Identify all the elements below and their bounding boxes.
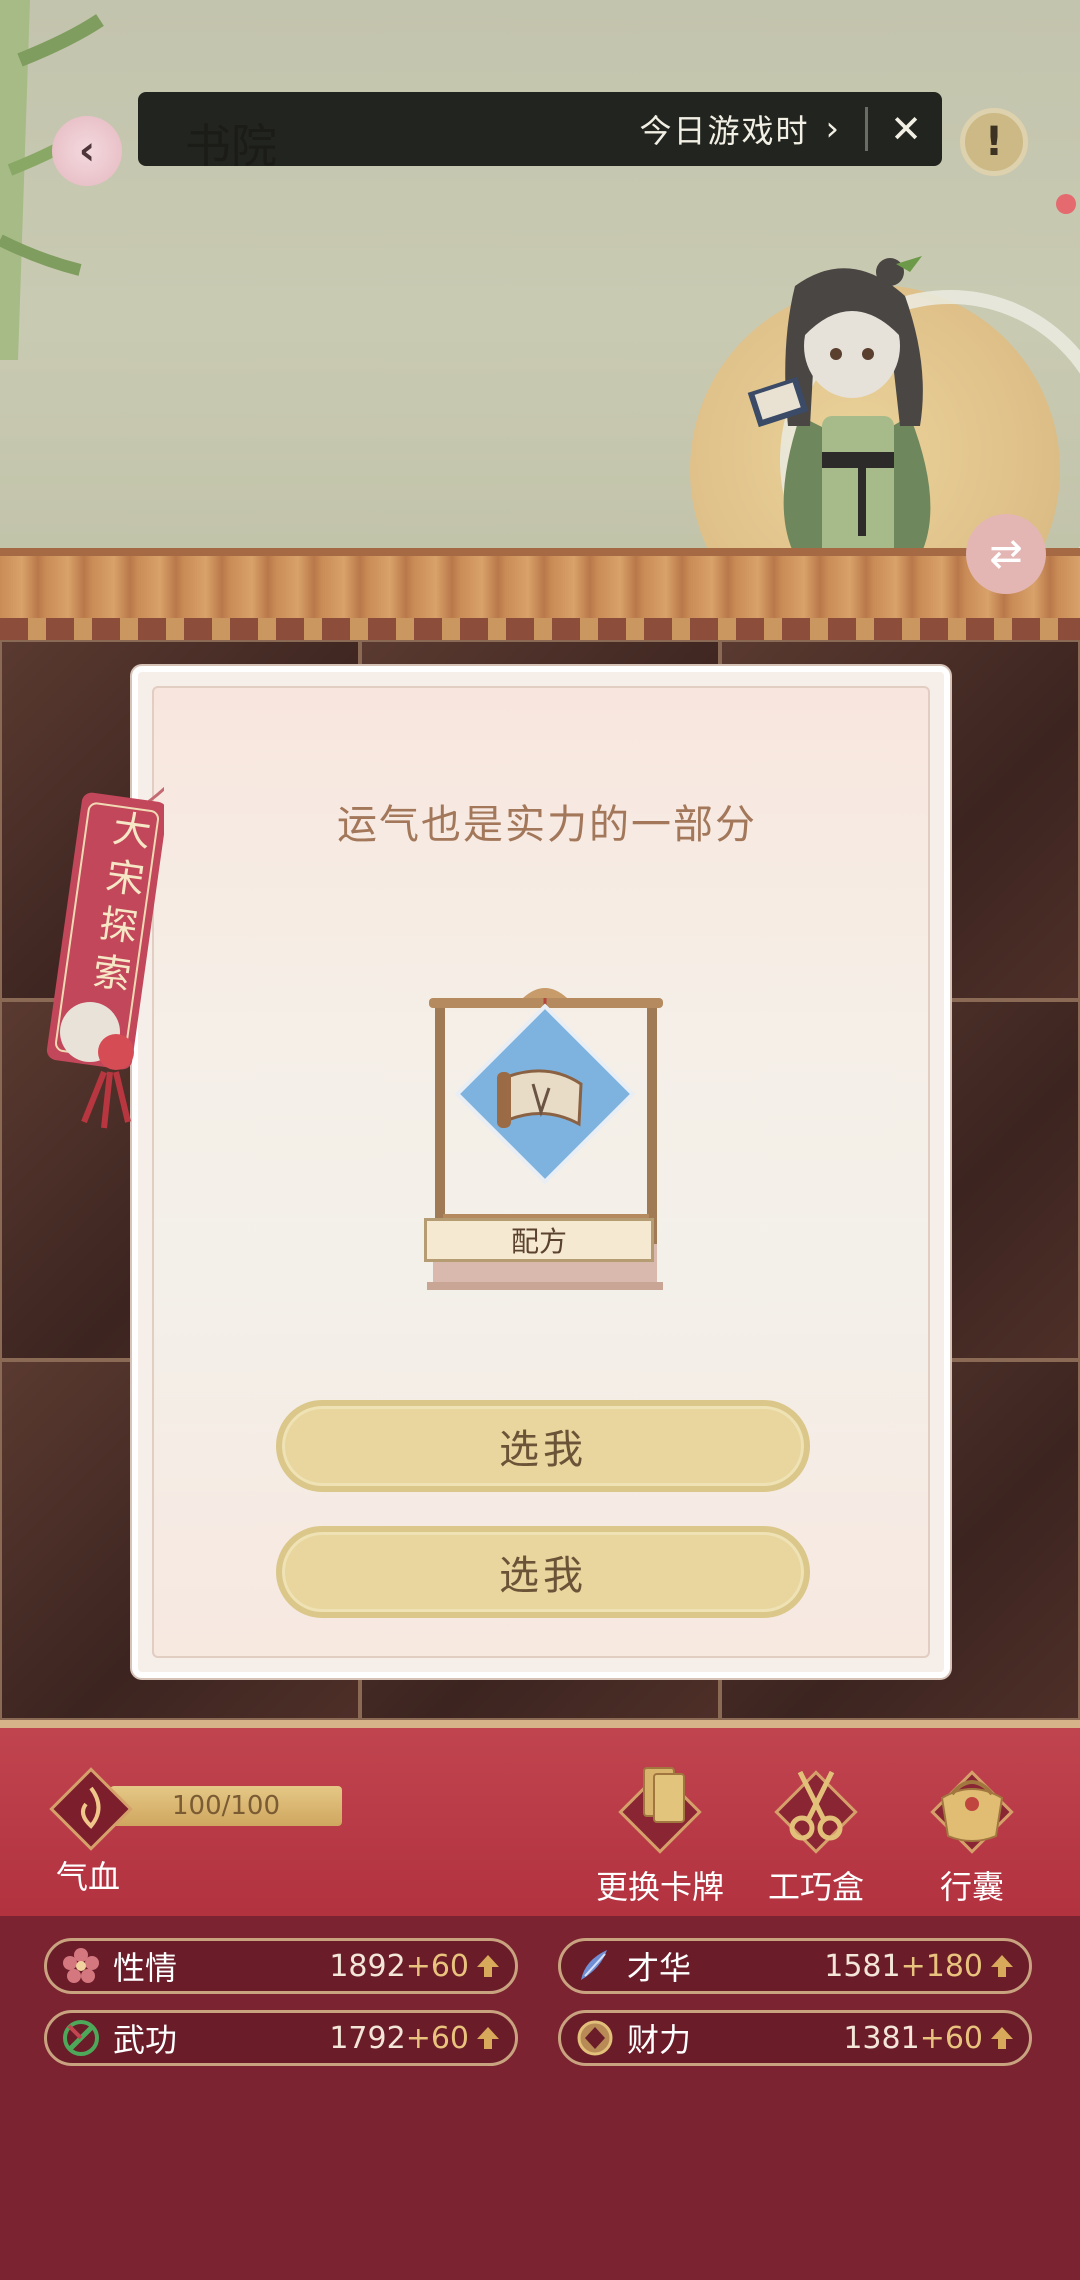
stat-wealth[interactable]: 财力 1381 +60 [558,2010,1032,2066]
back-button[interactable]: ‹ [52,116,122,186]
hp-value: 100/100 [171,1791,280,1821]
tool-label: 工巧盒 [767,1868,864,1906]
tool-label: 更换卡牌 [595,1868,724,1906]
upgrade-arrow-icon [477,1955,499,1977]
hp-label: 气血 [56,1858,121,1896]
scissors-icon [774,1770,858,1854]
change-cards-button[interactable]: 更换卡牌 [590,1762,730,1908]
coin-icon [577,2020,613,2056]
notification-dot [1056,194,1076,214]
stat-bonus: +180 [900,1948,983,1984]
stats-panel: 性情 1892 +60 才华 1581 +180 武功 1792 +60 财力 … [0,1916,1080,2280]
close-icon[interactable]: ✕ [890,107,922,151]
stat-temperament[interactable]: 性情 1892 +60 [44,1938,518,1994]
stat-martial[interactable]: 武功 1792 +60 [44,2010,518,2066]
stat-value: 1792 [329,2020,406,2056]
scholar-character [747,256,931,588]
event-dialog: 运气也是实力的一部分 配方 选我 选我 [132,666,950,1678]
choose-button-1[interactable]: 选我 [276,1400,810,1492]
dialog-title: 运气也是实力的一部分 [337,802,757,848]
bar-divider [865,107,869,151]
stat-bonus: +60 [405,2020,469,2056]
upgrade-arrow-icon [991,2027,1013,2049]
craft-box-button[interactable]: 工巧盒 [746,1762,886,1908]
bag-button[interactable]: 行囊 [902,1762,1042,1908]
stat-name: 性情 [113,1949,178,1987]
stat-name: 才华 [627,1949,692,1987]
stat-value: 1581 [824,1948,901,1984]
stat-bonus: +60 [919,2020,983,2056]
exploration-bookmark[interactable]: 大宋探索 [44,772,164,1132]
stat-name: 财力 [627,2021,692,2059]
stat-name: 武功 [113,2021,178,2059]
blood-drop-icon [49,1767,133,1851]
upgrade-arrow-icon [991,1955,1013,1977]
swap-arrows-icon: ⇄ [989,531,1023,577]
exclamation-icon: ! [984,119,1004,165]
cards-icon [618,1767,702,1854]
chevron-right-icon[interactable]: › [826,109,840,149]
stat-value: 1892 [329,1948,406,1984]
stat-bonus: +60 [405,1948,469,1984]
tool-label: 行囊 [939,1868,1004,1906]
alert-button[interactable]: ! [960,108,1028,176]
roof-trim [0,618,1080,640]
stat-value: 1381 [843,2020,920,2056]
chevron-left-icon: ‹ [78,128,96,174]
scene-title: 书院 [185,119,277,173]
playtime-label[interactable]: 今日游戏时 [640,106,810,152]
card-type-label: 配方 [424,1218,654,1262]
hp-bar: 100/100 [110,1786,342,1826]
choose-button-2[interactable]: 选我 [276,1526,810,1618]
bag-icon [930,1770,1014,1854]
sword-icon [63,2020,99,2056]
stat-talent[interactable]: 才华 1581 +180 [558,1938,1032,1994]
upgrade-arrow-icon [477,2027,499,2049]
swap-button[interactable]: ⇄ [966,514,1046,594]
brush-icon [581,1950,607,1980]
plum-flower-icon [63,1948,99,1983]
